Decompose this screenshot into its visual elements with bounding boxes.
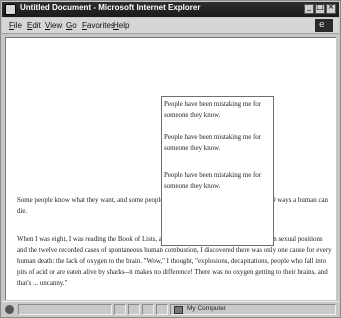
security-zone-label: My Computer (187, 305, 227, 312)
box-text-3: People have been mistaking me for someon… (164, 172, 262, 190)
page-content[interactable]: Some people know what they want, and som… (5, 37, 336, 300)
menu-view[interactable]: View (45, 21, 62, 30)
menu-bar: File Edit View Go Favorites Help e (2, 18, 339, 34)
ie-throbber: e (315, 19, 333, 32)
minimize-button[interactable]: _ (304, 2, 314, 14)
status-pane-4 (156, 304, 168, 315)
status-message-pane (18, 304, 112, 315)
menu-help[interactable]: Help (113, 21, 129, 30)
status-bar: My Computer (2, 301, 339, 317)
box-text-1: People have been mistaking me for someon… (164, 101, 262, 119)
close-icon: × (327, 2, 335, 11)
menu-favorites[interactable]: Favorites (82, 21, 115, 30)
title-bar[interactable]: Untitled Document - Microsoft Internet E… (2, 2, 339, 17)
window-controls: _ □ × (304, 2, 336, 14)
close-button[interactable]: × (326, 2, 336, 14)
maximize-button[interactable]: □ (315, 2, 325, 14)
overlay-text-box: People have been mistaking me for someon… (161, 96, 274, 246)
minimize-icon: _ (307, 2, 311, 11)
browser-window: Untitled Document - Microsoft Internet E… (0, 0, 341, 318)
status-pane-1 (114, 304, 126, 315)
status-pane-3 (142, 304, 154, 315)
maximize-icon: □ (316, 2, 324, 11)
menu-edit[interactable]: Edit (27, 21, 41, 30)
window-title: Untitled Document - Microsoft Internet E… (20, 3, 201, 12)
app-icon[interactable] (5, 4, 16, 15)
ie-logo-icon: e (319, 20, 325, 30)
page-status-icon (5, 305, 14, 314)
computer-icon (174, 306, 183, 314)
status-pane-2 (128, 304, 140, 315)
menu-file[interactable]: File (9, 21, 22, 30)
menu-go[interactable]: Go (66, 21, 77, 30)
box-text-2: People have been mistaking me for someon… (164, 134, 262, 152)
